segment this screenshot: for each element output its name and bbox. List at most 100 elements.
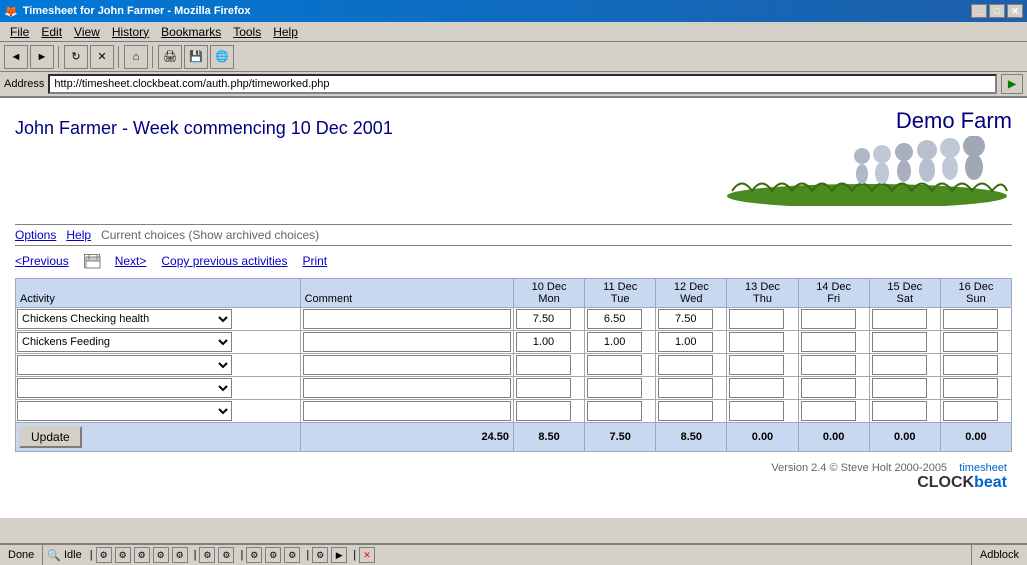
error-btn[interactable]: ✕: [359, 547, 375, 563]
total-label-cell: 24.50: [300, 423, 513, 452]
update-button[interactable]: Update: [19, 426, 82, 448]
url-input[interactable]: [48, 74, 997, 94]
thu-cell-2: [727, 331, 798, 354]
wed-input-5[interactable]: [658, 401, 713, 421]
status-btn-4[interactable]: ⚙: [153, 547, 169, 563]
forward-button[interactable]: ►: [30, 45, 54, 69]
status-btn-10[interactable]: ⚙: [284, 547, 300, 563]
wed-total: 8.50: [656, 423, 727, 452]
fri-input-1[interactable]: [801, 309, 856, 329]
tue-input-1[interactable]: [587, 309, 642, 329]
wed-input-2[interactable]: [658, 332, 713, 352]
fri-input-5[interactable]: [801, 401, 856, 421]
tue-input-3[interactable]: [587, 355, 642, 375]
mon-input-3[interactable]: [516, 355, 571, 375]
close-button[interactable]: ✕: [1007, 4, 1023, 18]
activity-select-1[interactable]: Chickens Checking health: [17, 309, 232, 329]
mon-input-4[interactable]: [516, 378, 571, 398]
tue-cell-1: [585, 308, 656, 331]
reload-button[interactable]: ↻: [64, 45, 88, 69]
sat-input-4[interactable]: [872, 378, 927, 398]
help-link[interactable]: Help: [66, 228, 91, 242]
comment-input-4[interactable]: [303, 378, 511, 398]
status-btn-2[interactable]: ⚙: [115, 547, 131, 563]
sat-input-3[interactable]: [872, 355, 927, 375]
calendar-icon[interactable]: [84, 254, 100, 268]
save-button[interactable]: 💾: [184, 45, 208, 69]
sat-input-5[interactable]: [872, 401, 927, 421]
thu-input-4[interactable]: [729, 378, 784, 398]
sat-input-1[interactable]: [872, 309, 927, 329]
menu-edit[interactable]: Edit: [35, 24, 68, 40]
sun-input-1[interactable]: [943, 309, 998, 329]
total-value: 24.50: [481, 431, 509, 443]
comment-input-2[interactable]: [303, 332, 511, 352]
thu-input-2[interactable]: [729, 332, 784, 352]
copy-link[interactable]: Copy previous activities: [161, 254, 287, 268]
status-btn-12[interactable]: ▶: [331, 547, 347, 563]
status-btn-3[interactable]: ⚙: [134, 547, 150, 563]
status-btn-11[interactable]: ⚙: [312, 547, 328, 563]
net-button[interactable]: 🌐: [210, 45, 234, 69]
sat-input-2[interactable]: [872, 332, 927, 352]
nav-links: Options Help Current choices (Show archi…: [15, 224, 1012, 246]
fri-cell-1: [798, 308, 869, 331]
status-btn-5[interactable]: ⚙: [172, 547, 188, 563]
comment-input-3[interactable]: [303, 355, 511, 375]
prev-link[interactable]: <Previous: [15, 254, 69, 268]
mon-input-2[interactable]: [516, 332, 571, 352]
next-link[interactable]: Next>: [115, 254, 147, 268]
status-btn-7[interactable]: ⚙: [218, 547, 234, 563]
current-choices-text: Current choices (Show archived choices): [101, 228, 319, 242]
thu-input-1[interactable]: [729, 309, 784, 329]
col-sun: 16 DecSun: [940, 279, 1011, 308]
tue-input-4[interactable]: [587, 378, 642, 398]
menu-view[interactable]: View: [68, 24, 106, 40]
comment-input-5[interactable]: [303, 401, 511, 421]
go-button[interactable]: ▶: [1001, 74, 1023, 94]
thu-input-5[interactable]: [729, 401, 784, 421]
status-btn-1[interactable]: ⚙: [96, 547, 112, 563]
adblock-button[interactable]: Adblock: [971, 545, 1027, 565]
fri-input-4[interactable]: [801, 378, 856, 398]
activity-select-3[interactable]: [17, 355, 232, 375]
wed-input-4[interactable]: [658, 378, 713, 398]
menu-file[interactable]: File: [4, 24, 35, 40]
options-link[interactable]: Options: [15, 228, 56, 242]
menu-bookmarks[interactable]: Bookmarks: [155, 24, 227, 40]
wed-input-1[interactable]: [658, 309, 713, 329]
stop-button[interactable]: ✕: [90, 45, 114, 69]
sun-input-3[interactable]: [943, 355, 998, 375]
activity-cell-3: [16, 354, 301, 377]
menu-history[interactable]: History: [106, 24, 155, 40]
tue-input-2[interactable]: [587, 332, 642, 352]
menu-help[interactable]: Help: [267, 24, 304, 40]
back-button[interactable]: ◄: [4, 45, 28, 69]
status-text-panel: Done: [0, 545, 43, 565]
tue-input-5[interactable]: [587, 401, 642, 421]
print-link[interactable]: Print: [302, 254, 327, 268]
menu-tools[interactable]: Tools: [227, 24, 267, 40]
status-btn-9[interactable]: ⚙: [265, 547, 281, 563]
maximize-button[interactable]: □: [989, 4, 1005, 18]
activity-select-5[interactable]: [17, 401, 232, 421]
home-button[interactable]: ⌂: [124, 45, 148, 69]
fri-input-3[interactable]: [801, 355, 856, 375]
status-btn-8[interactable]: ⚙: [246, 547, 262, 563]
sun-input-2[interactable]: [943, 332, 998, 352]
activity-select-2[interactable]: Chickens Feeding: [17, 332, 232, 352]
activity-select-4[interactable]: [17, 378, 232, 398]
mon-input-1[interactable]: [516, 309, 571, 329]
sun-input-5[interactable]: [943, 401, 998, 421]
thu-input-3[interactable]: [729, 355, 784, 375]
sun-input-4[interactable]: [943, 378, 998, 398]
mon-input-5[interactable]: [516, 401, 571, 421]
address-bar: Address ▶: [0, 72, 1027, 98]
minimize-button[interactable]: _: [971, 4, 987, 18]
comment-input-1[interactable]: [303, 309, 511, 329]
status-btn-6[interactable]: ⚙: [199, 547, 215, 563]
print-button[interactable]: 🖨: [158, 45, 182, 69]
clockbeat-small: timesheet: [959, 462, 1007, 474]
fri-input-2[interactable]: [801, 332, 856, 352]
wed-input-3[interactable]: [658, 355, 713, 375]
